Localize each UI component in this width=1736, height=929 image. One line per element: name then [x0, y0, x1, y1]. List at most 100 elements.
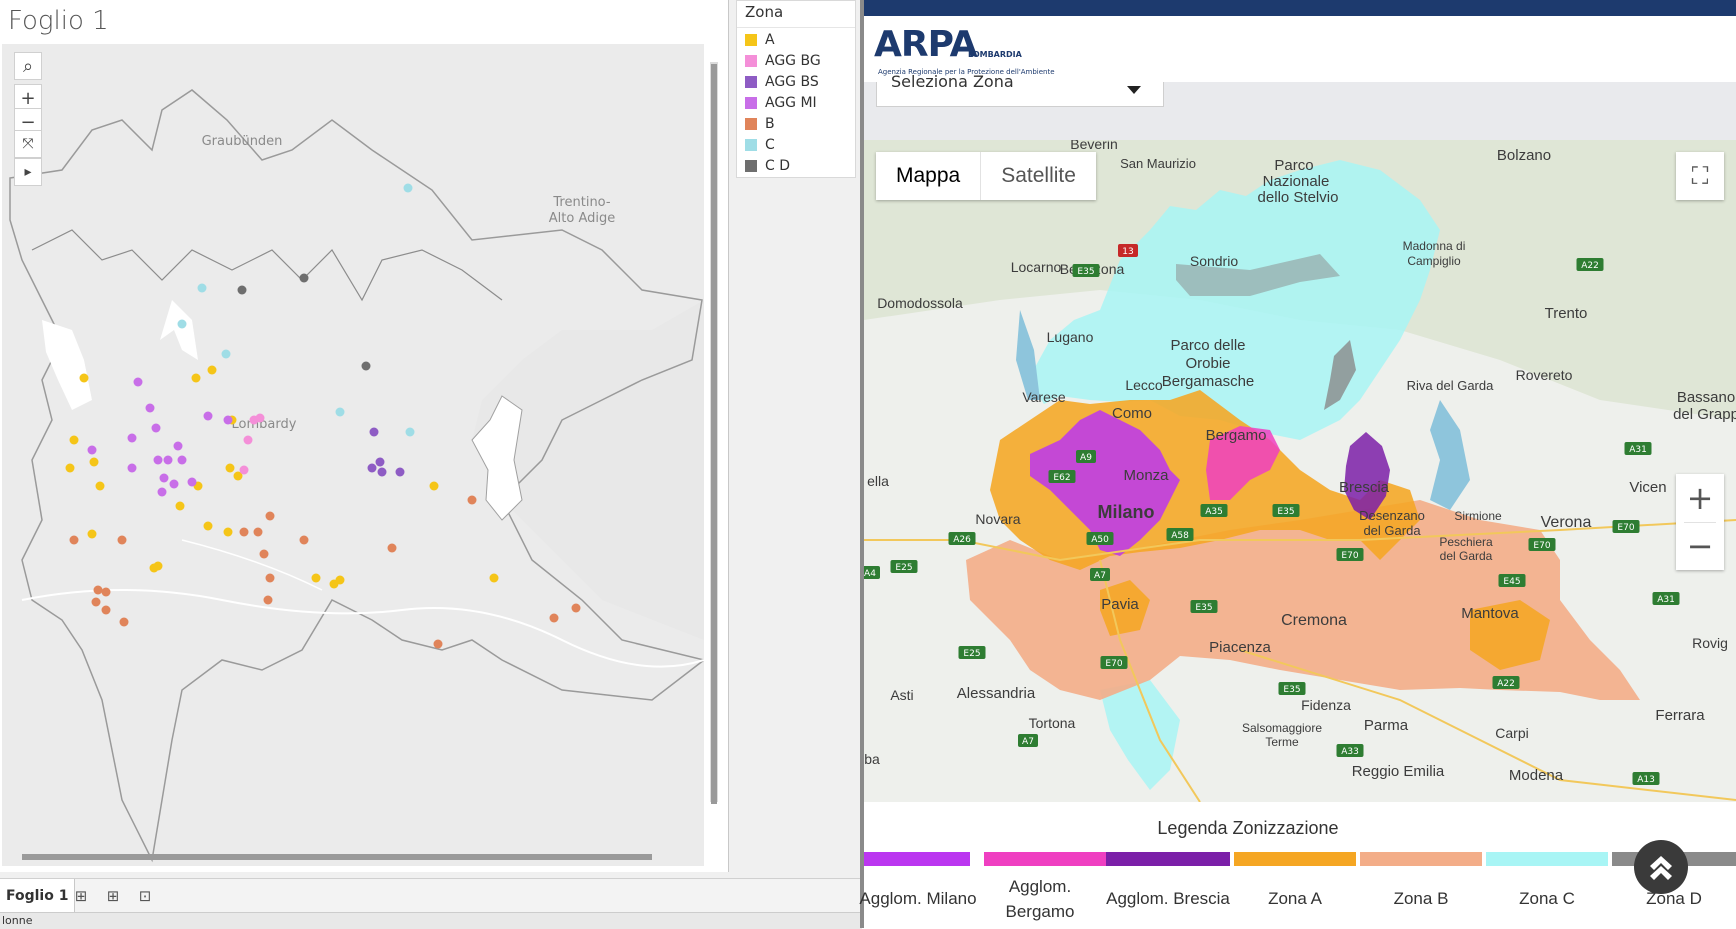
- station-point-b[interactable]: [265, 573, 275, 583]
- station-point-a[interactable]: [153, 561, 163, 571]
- station-point-a[interactable]: [311, 573, 321, 583]
- legend-swatch: [745, 118, 757, 130]
- station-point-agg-bs[interactable]: [369, 427, 379, 437]
- zone-select[interactable]: Seleziona Zona: [876, 72, 1164, 107]
- station-point-b[interactable]: [467, 495, 477, 505]
- station-point-cd[interactable]: [299, 273, 309, 283]
- station-point-agg-mi[interactable]: [163, 455, 173, 465]
- vertical-scrollbar[interactable]: [711, 64, 717, 804]
- station-point-b[interactable]: [433, 639, 443, 649]
- station-point-b[interactable]: [259, 549, 269, 559]
- station-point-cd[interactable]: [361, 361, 371, 371]
- zoning-map-canvas[interactable]: Parco NaturaleBeverinSan MaurizioParcoNa…: [864, 140, 1736, 802]
- legend-item-agg-bs[interactable]: AGG BS: [745, 72, 819, 92]
- station-point-c[interactable]: [335, 407, 345, 417]
- fullscreen-icon[interactable]: ⛶: [1676, 152, 1724, 200]
- station-point-b[interactable]: [119, 617, 129, 627]
- station-point-b[interactable]: [117, 535, 127, 545]
- station-point-b[interactable]: [253, 527, 263, 537]
- station-point-agg-bs[interactable]: [375, 457, 385, 467]
- zoom-in-button[interactable]: +: [14, 84, 42, 111]
- scroll-to-top-button[interactable]: [1634, 840, 1688, 894]
- legend-item-b[interactable]: B: [745, 114, 775, 134]
- station-point-a[interactable]: [175, 501, 185, 511]
- station-point-agg-bg[interactable]: [239, 465, 249, 475]
- station-point-agg-mi[interactable]: [177, 455, 187, 465]
- search-icon[interactable]: ⌕: [14, 52, 42, 80]
- station-point-b[interactable]: [263, 595, 273, 605]
- station-point-agg-mi[interactable]: [157, 487, 167, 497]
- station-point-cd[interactable]: [237, 285, 247, 295]
- legend-item-agg-bg[interactable]: AGG BG: [745, 51, 821, 71]
- station-point-agg-mi[interactable]: [145, 403, 155, 413]
- station-point-agg-bg[interactable]: [243, 435, 253, 445]
- station-point-agg-mi[interactable]: [223, 415, 233, 425]
- station-point-agg-mi[interactable]: [169, 479, 179, 489]
- station-point-agg-mi[interactable]: [153, 455, 163, 465]
- station-point-b[interactable]: [101, 587, 111, 597]
- station-point-b[interactable]: [91, 597, 101, 607]
- svg-text:A7: A7: [1022, 737, 1034, 747]
- station-point-c[interactable]: [405, 427, 415, 437]
- map-type-satellite-button[interactable]: Satellite: [981, 152, 1096, 200]
- station-point-agg-bs[interactable]: [377, 467, 387, 477]
- station-point-agg-mi[interactable]: [151, 423, 161, 433]
- station-point-a[interactable]: [79, 373, 89, 383]
- station-point-a[interactable]: [225, 463, 235, 473]
- horizontal-scrollbar[interactable]: [22, 854, 652, 860]
- tableau-map[interactable]: Graubünden Trentino- Alto Adige Lombardy…: [2, 44, 704, 866]
- station-point-c[interactable]: [177, 319, 187, 329]
- zoning-map[interactable]: Parco NaturaleBeverinSan MaurizioParcoNa…: [864, 140, 1736, 802]
- station-point-b[interactable]: [101, 605, 111, 615]
- place-label: Tortona: [1029, 715, 1076, 731]
- station-point-a[interactable]: [207, 365, 217, 375]
- station-point-b[interactable]: [265, 511, 275, 521]
- station-point-a[interactable]: [95, 481, 105, 491]
- station-point-b[interactable]: [571, 603, 581, 613]
- station-point-b[interactable]: [299, 535, 309, 545]
- station-point-agg-bs[interactable]: [395, 467, 405, 477]
- station-point-a[interactable]: [203, 521, 213, 531]
- new-dashboard-icon[interactable]: ⊞: [102, 885, 124, 907]
- new-story-icon[interactable]: ⊡: [134, 885, 156, 907]
- station-point-agg-mi[interactable]: [187, 477, 197, 487]
- station-point-b[interactable]: [69, 535, 79, 545]
- station-point-agg-mi[interactable]: [159, 473, 169, 483]
- station-point-a[interactable]: [335, 575, 345, 585]
- station-point-agg-bg[interactable]: [255, 413, 265, 423]
- map-type-map-button[interactable]: Mappa: [876, 152, 982, 200]
- legend-item-agg-mi[interactable]: AGG MI: [745, 93, 817, 113]
- legend-item-c-d[interactable]: C D: [745, 156, 790, 176]
- station-point-a[interactable]: [489, 573, 499, 583]
- station-point-c[interactable]: [197, 283, 207, 293]
- station-point-a[interactable]: [65, 463, 75, 473]
- tableau-map-canvas[interactable]: Graubünden Trentino- Alto Adige Lombardy: [2, 44, 704, 866]
- station-point-agg-mi[interactable]: [87, 445, 97, 455]
- reset-map-icon[interactable]: ⤧: [14, 130, 42, 158]
- station-point-c[interactable]: [221, 349, 231, 359]
- station-point-agg-bs[interactable]: [367, 463, 377, 473]
- zoom-in-button[interactable]: +: [1676, 474, 1724, 522]
- station-point-a[interactable]: [87, 529, 97, 539]
- station-point-b[interactable]: [387, 543, 397, 553]
- station-point-agg-mi[interactable]: [173, 441, 183, 451]
- station-point-a[interactable]: [191, 373, 201, 383]
- new-worksheet-icon[interactable]: ⊞: [70, 885, 92, 907]
- station-point-agg-mi[interactable]: [127, 463, 137, 473]
- station-point-agg-mi[interactable]: [133, 377, 143, 387]
- station-point-a[interactable]: [89, 457, 99, 467]
- station-point-b[interactable]: [239, 527, 249, 537]
- tab-foglio-1[interactable]: Foglio 1: [0, 879, 76, 913]
- station-point-a[interactable]: [223, 527, 233, 537]
- station-point-a[interactable]: [69, 435, 79, 445]
- zoom-out-button[interactable]: −: [1676, 522, 1724, 570]
- station-point-a[interactable]: [429, 481, 439, 491]
- station-point-b[interactable]: [93, 585, 103, 595]
- station-point-agg-mi[interactable]: [203, 411, 213, 421]
- legend-item-a[interactable]: A: [745, 30, 775, 50]
- station-point-agg-mi[interactable]: [127, 433, 137, 443]
- station-point-b[interactable]: [549, 613, 559, 623]
- legend-item-c[interactable]: C: [745, 135, 775, 155]
- station-point-c[interactable]: [403, 183, 413, 193]
- expand-toolbar-icon[interactable]: ▸: [14, 158, 42, 186]
